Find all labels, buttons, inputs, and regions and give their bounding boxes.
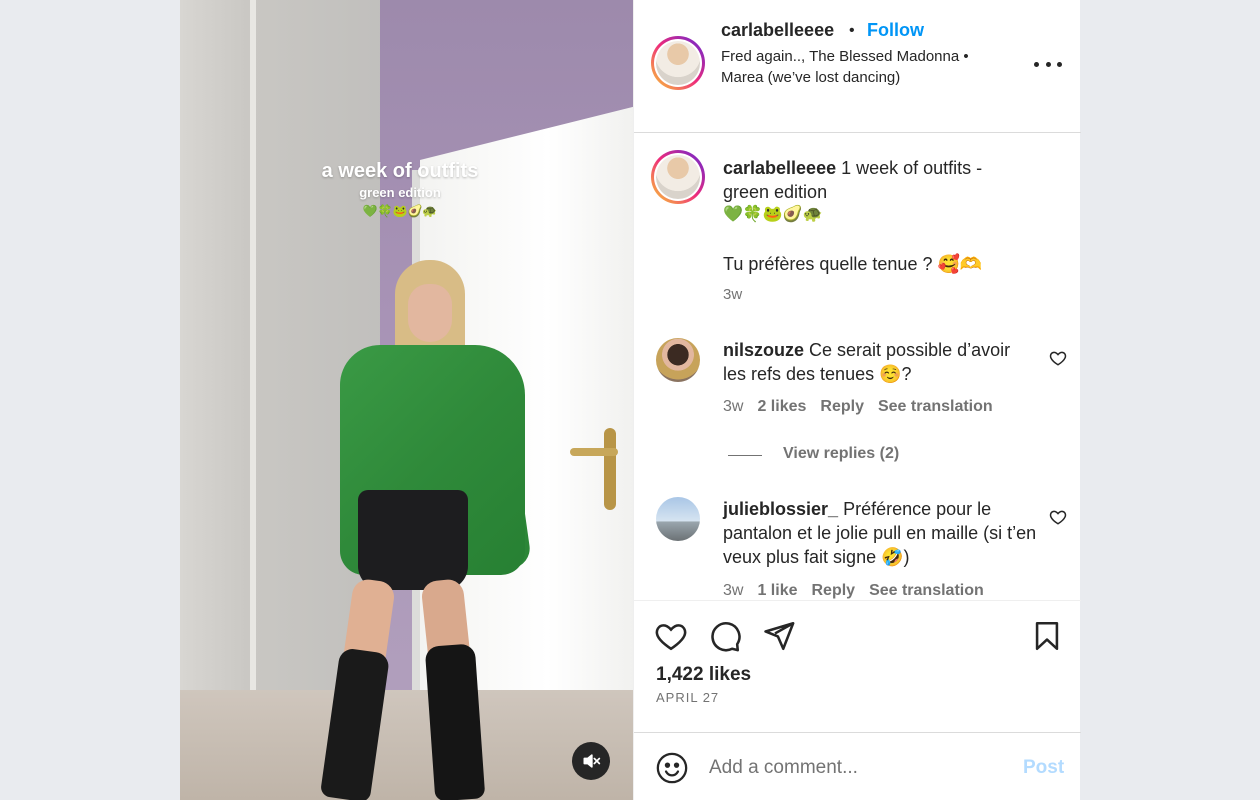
person-boot xyxy=(424,643,486,800)
comment-text: julieblossier_ Préférence pour le pantal… xyxy=(723,497,1038,569)
replies-divider xyxy=(728,455,762,456)
post-side-panel: carlabelleeee • Follow Fred again.., The… xyxy=(633,0,1081,800)
mute-button[interactable] xyxy=(572,742,610,780)
more-dot-icon xyxy=(1034,61,1039,67)
add-comment-input[interactable] xyxy=(709,755,999,781)
more-options-button[interactable] xyxy=(1034,54,1062,74)
avatar[interactable] xyxy=(651,150,705,204)
caption-username[interactable]: carlabelleeee xyxy=(723,158,836,178)
caption-question: Tu préfères quelle tenue ? 🥰🫶 xyxy=(723,254,983,274)
post-date[interactable]: APRIL 27 xyxy=(656,690,719,705)
save-bookmark-icon[interactable] xyxy=(1030,619,1064,653)
like-comment-heart-icon[interactable] xyxy=(1049,349,1067,367)
avatar[interactable] xyxy=(656,497,700,541)
likes-count[interactable]: 1,422 likes xyxy=(656,664,751,686)
emoji-smiley-icon[interactable] xyxy=(655,751,689,785)
avatar[interactable] xyxy=(651,36,705,90)
header-separator: • xyxy=(849,22,855,39)
caption-timestamp[interactable]: 3w xyxy=(723,286,742,303)
door-handle-plate xyxy=(604,428,616,510)
background-closet-rail xyxy=(250,0,256,800)
audio-track-link[interactable]: Fred again.., The Blessed Madonna • Mare… xyxy=(721,46,971,88)
follow-button[interactable]: Follow xyxy=(867,20,924,41)
avatar-image xyxy=(656,41,700,85)
video-overlay-subtitle: green edition xyxy=(359,185,441,200)
comment-timestamp[interactable]: 3w xyxy=(723,398,743,416)
caption-emoji: 💚🍀🐸🥑🐢 xyxy=(723,206,823,223)
comment-likes-count[interactable]: 1 like xyxy=(757,582,797,599)
post-media[interactable]: a week of outfits green edition 💚🍀🐸🥑🐢 xyxy=(180,0,633,800)
more-dot-icon xyxy=(1057,61,1062,67)
like-heart-icon[interactable] xyxy=(654,619,688,653)
reply-button[interactable]: Reply xyxy=(811,582,855,599)
comment-text: nilszouze Ce serait possible d’avoir les… xyxy=(723,338,1038,386)
more-dot-icon xyxy=(1045,61,1051,67)
action-bar: 1,422 likes APRIL 27 xyxy=(634,600,1081,732)
view-replies-button[interactable]: View replies (2) xyxy=(783,445,899,463)
comment-meta: 3w 2 likes Reply See translation xyxy=(723,398,993,416)
see-translation-button[interactable]: See translation xyxy=(878,398,993,416)
person-boot xyxy=(319,647,391,800)
share-paper-plane-icon[interactable] xyxy=(762,619,796,653)
video-overlay-title: a week of outfits xyxy=(321,160,479,182)
see-translation-button[interactable]: See translation xyxy=(869,582,984,599)
comment-bubble-icon[interactable] xyxy=(708,619,742,653)
caption-text: carlabelleeee 1 week of outfits - green … xyxy=(723,156,1023,204)
door-handle xyxy=(570,448,618,456)
comment-username[interactable]: julieblossier_ xyxy=(723,499,838,519)
add-comment-bar: Post xyxy=(634,732,1081,800)
reply-button[interactable]: Reply xyxy=(820,398,864,416)
avatar[interactable] xyxy=(656,338,700,382)
avatar-image xyxy=(656,155,700,199)
comment-meta: 3w 1 like Reply See translation xyxy=(723,582,984,599)
comment-timestamp[interactable]: 3w xyxy=(723,582,743,599)
speaker-muted-icon xyxy=(583,754,601,768)
person-shorts xyxy=(358,490,468,590)
comment-likes-count[interactable]: 2 likes xyxy=(757,398,806,416)
person-figure xyxy=(319,260,540,800)
comment-username[interactable]: nilszouze xyxy=(723,340,804,360)
post-header: carlabelleeee • Follow Fred again.., The… xyxy=(634,0,1081,133)
like-comment-heart-icon[interactable] xyxy=(1049,508,1067,526)
header-username[interactable]: carlabelleeee xyxy=(721,20,834,41)
video-overlay-emoji: 💚🍀🐸🥑🐢 xyxy=(362,204,438,218)
comments-list[interactable]: carlabelleeee 1 week of outfits - green … xyxy=(634,134,1081,599)
person-face xyxy=(408,284,452,342)
post-comment-button[interactable]: Post xyxy=(1023,757,1064,779)
